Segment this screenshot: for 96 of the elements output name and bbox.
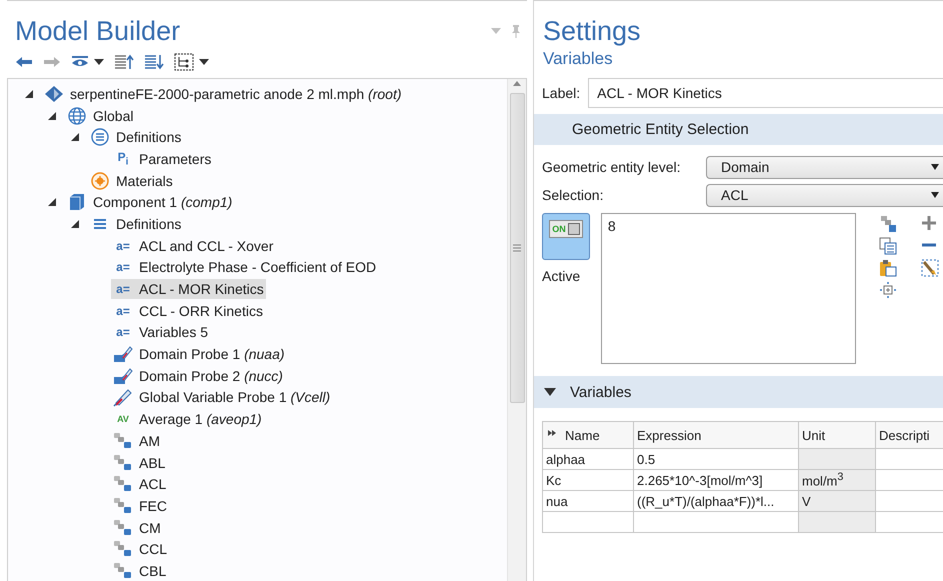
tree-item[interactable]: FEC [111,496,169,516]
dropdown-field[interactable]: ACL [706,184,943,206]
tree-item[interactable]: ABL [111,452,168,473]
section-header[interactable]: Variables [534,376,943,408]
caret-icon[interactable] [94,58,104,66]
tree-item[interactable]: ACL [111,474,168,494]
section-header[interactable]: Geometric Entity Selection [534,114,943,145]
tree-item[interactable]: P$_{i}$ Parameters [111,148,214,169]
clear-selection-icon[interactable] [921,259,939,277]
eye-icon[interactable] [71,55,89,69]
plus-icon[interactable] [921,215,937,231]
icon-glyph: P$_{i}$ [118,150,128,168]
tree-item[interactable]: Domain Probe 2 (nucc) [111,366,285,386]
icon-glyph: a= [116,282,130,296]
linked-boxes-icon [113,562,133,580]
selection-tool-icon[interactable] [879,215,897,233]
probe-icon [113,366,133,386]
linked-boxes-icon [113,540,133,558]
thermometer-icon [113,387,133,408]
table-cell[interactable]: ((R_u*T)/(alphaa*F))*l... [634,490,798,512]
label-input-field[interactable]: ACL - MOR Kinetics [588,78,943,108]
scroll-up-icon[interactable] [512,79,522,89]
icon-glyph: a= [116,325,130,340]
expanded-triangle-icon[interactable] [71,220,79,228]
tree-item[interactable]: CCL [111,539,170,560]
panel-title: Model Builder [15,15,180,47]
tree-item[interactable]: Domain Probe 1 (nuaa) [111,344,287,364]
tree-layout-icon[interactable] [174,53,194,71]
icon-glyph: a= [116,304,130,318]
copy-list-icon[interactable] [879,237,897,255]
list-circle-icon [90,127,110,148]
column-header[interactable]: Expression [634,422,798,448]
table-cell[interactable]: mol/m$^{3}$ [798,470,876,490]
caret-icon[interactable] [199,58,209,66]
linked-boxes-icon [113,432,133,450]
tree-item[interactable]: a= Variables 5 [111,322,210,342]
toggle-label: Active [542,268,580,284]
table-cell[interactable]: nua [542,490,634,512]
field-label: Geometric entity level: [542,159,682,175]
caret-icon [931,164,939,170]
double-arrow-icon [548,430,557,438]
tree-item[interactable]: Definitions [88,127,184,148]
column-header[interactable]: Name [542,422,634,448]
linked-boxes-icon [113,496,133,515]
tree-item[interactable]: AM [111,430,162,451]
column-header[interactable]: Descripti [876,422,943,448]
expanded-triangle-icon[interactable] [48,198,56,206]
tree-item[interactable]: Global [65,106,136,126]
column-header[interactable]: Unit [798,422,876,448]
scrollbar-thumb[interactable] [510,93,524,403]
tree-item[interactable]: a= ACL and CCL - Xover [111,236,276,256]
node-type-title: Variables [543,48,613,70]
expand-list-icon[interactable] [144,54,164,70]
tree-item[interactable]: a= CCL - ORR Kinetics [111,300,265,321]
table-cell[interactable]: V [798,490,876,512]
icon-glyph: AV [117,414,129,424]
caret-icon [931,192,939,198]
tree-item[interactable]: CBL [111,560,168,581]
zoom-extents-icon[interactable] [879,281,897,299]
tree-item[interactable]: AV Average 1 (aveop1) [111,409,264,430]
paste-icon[interactable] [879,259,897,277]
expanded-triangle-icon[interactable] [71,133,79,142]
tree-item[interactable]: Definitions [88,214,184,234]
collapse-list-icon[interactable] [114,54,134,70]
tree-item[interactable]: serpentineFE-2000-parametric anode 2 ml.mph (root) [42,84,404,104]
cube-icon [68,193,86,212]
table-cell[interactable]: Kc [542,470,634,490]
tree-item[interactable]: a= Electrolyte Phase - Coefficient of EOD [111,257,378,278]
icon-glyph: a= [116,260,130,274]
field-label: Selection: [542,187,604,203]
list-entry[interactable]: 8 [608,218,849,234]
back-arrow-icon[interactable] [15,56,33,68]
tree-item[interactable]: CM [111,518,163,538]
field-label: Label: [542,85,580,101]
probe-icon [113,344,133,364]
expanded-triangle-icon[interactable] [48,112,56,120]
grip-icon [513,244,521,252]
globe-icon [67,106,87,126]
tree-item[interactable]: Component 1 (comp1) [65,192,234,212]
table-cell[interactable]: 0.5 [634,448,798,470]
icon-glyph: a= [116,238,130,253]
linked-boxes-icon [113,518,133,537]
diamond-icon [44,84,64,103]
dropdown-field[interactable]: Domain [706,156,943,178]
expanded-caret-icon[interactable] [544,388,556,396]
flower-circle-icon [90,170,110,191]
table-cell[interactable]: alphaa [542,448,634,470]
linked-boxes-icon [113,475,133,494]
tree-item[interactable]: Global Variable Probe 1 (Vcell) [111,387,332,408]
panel-title: Settings [543,15,641,47]
linked-boxes-icon [113,454,133,472]
tree-item[interactable]: a= ACL - MOR Kinetics [111,279,266,300]
tree-item[interactable]: Materials [88,170,175,191]
selection-list[interactable]: 8 [600,213,856,364]
expanded-triangle-icon[interactable] [25,90,33,98]
table-cell[interactable]: 2.265*10^-3[mol/m^3] [634,470,798,490]
